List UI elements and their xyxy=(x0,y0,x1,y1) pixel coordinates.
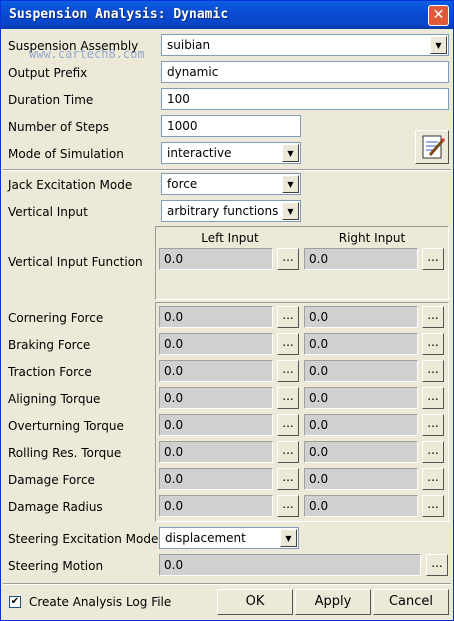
load-left-browse-button[interactable]: ... xyxy=(277,414,299,436)
load-right-browse-button[interactable]: ... xyxy=(422,306,444,328)
output-prefix-label: Output Prefix xyxy=(8,66,88,80)
chevron-down-icon[interactable]: ▼ xyxy=(430,36,447,54)
load-left-browse-button[interactable]: ... xyxy=(277,495,299,517)
load-right-browse-button[interactable]: ... xyxy=(422,360,444,382)
jack-excitation-mode-select[interactable]: force ▼ xyxy=(161,173,301,195)
vertical-input-function-left[interactable]: 0.0 xyxy=(159,248,273,270)
load-left-input[interactable]: 0.0 xyxy=(159,333,273,355)
load-label: Overturning Torque xyxy=(8,419,124,433)
vertical-input-label: Vertical Input xyxy=(8,205,88,219)
load-left-input[interactable]: 0.0 xyxy=(159,414,273,436)
load-label: Cornering Force xyxy=(8,311,104,325)
load-label: Braking Force xyxy=(8,338,91,352)
vertical-input-function-label: Vertical Input Function xyxy=(8,255,143,269)
load-left-browse-button[interactable]: ... xyxy=(277,360,299,382)
steering-motion-browse-button[interactable]: ... xyxy=(426,554,448,576)
number-of-steps-input[interactable]: 1000 xyxy=(161,115,301,137)
load-label: Aligning Torque xyxy=(8,392,101,406)
duration-time-label: Duration Time xyxy=(8,93,94,107)
load-right-browse-button[interactable]: ... xyxy=(422,495,444,517)
window-title: Suspension Analysis: Dynamic xyxy=(9,7,229,22)
load-right-input[interactable]: 0.0 xyxy=(304,360,418,382)
jack-excitation-mode-label: Jack Excitation Mode xyxy=(8,178,133,192)
suspension-assembly-value: suibian xyxy=(167,38,211,52)
mode-of-simulation-select[interactable]: interactive ▼ xyxy=(161,142,301,164)
notepad-edit-icon xyxy=(422,135,446,159)
number-of-steps-label: Number of Steps xyxy=(8,120,109,134)
load-right-input[interactable]: 0.0 xyxy=(304,468,418,490)
load-left-browse-button[interactable]: ... xyxy=(277,441,299,463)
load-label: Traction Force xyxy=(8,365,92,379)
left-input-header: Left Input xyxy=(201,231,259,245)
edit-button[interactable] xyxy=(415,130,449,164)
duration-time-input[interactable]: 100 xyxy=(161,88,449,110)
suspension-assembly-label: Suspension Assembly xyxy=(8,39,139,53)
chevron-down-icon[interactable]: ▼ xyxy=(282,175,299,193)
load-right-input[interactable]: 0.0 xyxy=(304,414,418,436)
apply-button[interactable]: Apply xyxy=(295,589,371,615)
vertical-input-function-left-browse-button[interactable]: ... xyxy=(277,248,299,270)
load-left-input[interactable]: 0.0 xyxy=(159,387,273,409)
close-button[interactable]: ✕ xyxy=(428,5,449,26)
steering-motion-input[interactable]: 0.0 xyxy=(159,554,421,576)
load-right-input[interactable]: 0.0 xyxy=(304,387,418,409)
jack-excitation-mode-value: force xyxy=(167,177,198,191)
load-right-input[interactable]: 0.0 xyxy=(304,333,418,355)
load-label: Rolling Res. Torque xyxy=(8,446,122,460)
output-prefix-input[interactable]: dynamic xyxy=(161,61,449,83)
load-right-browse-button[interactable]: ... xyxy=(422,468,444,490)
load-left-browse-button[interactable]: ... xyxy=(277,387,299,409)
vertical-input-value: arbitrary functions xyxy=(167,204,279,218)
load-right-browse-button[interactable]: ... xyxy=(422,414,444,436)
steering-excitation-mode-value: displacement xyxy=(165,531,246,545)
separator xyxy=(3,583,451,585)
mode-of-simulation-value: interactive xyxy=(167,146,232,160)
load-right-input[interactable]: 0.0 xyxy=(304,441,418,463)
chevron-down-icon[interactable]: ▼ xyxy=(280,529,297,547)
load-right-browse-button[interactable]: ... xyxy=(422,441,444,463)
load-label: Damage Radius xyxy=(8,500,103,514)
title-bar: Suspension Analysis: Dynamic ✕ xyxy=(1,1,453,29)
vertical-input-function-right[interactable]: 0.0 xyxy=(304,248,418,270)
load-left-input[interactable]: 0.0 xyxy=(159,495,273,517)
load-left-input[interactable]: 0.0 xyxy=(159,441,273,463)
cancel-button[interactable]: Cancel xyxy=(373,589,449,615)
vertical-input-function-right-browse-button[interactable]: ... xyxy=(422,248,444,270)
create-log-label: Create Analysis Log File xyxy=(29,595,172,609)
load-left-browse-button[interactable]: ... xyxy=(277,333,299,355)
mode-of-simulation-label: Mode of Simulation xyxy=(8,147,124,161)
separator xyxy=(3,169,451,171)
load-label: Damage Force xyxy=(8,473,95,487)
steering-motion-label: Steering Motion xyxy=(8,559,104,573)
load-right-input[interactable]: 0.0 xyxy=(304,495,418,517)
ok-button[interactable]: OK xyxy=(217,589,293,615)
suspension-assembly-select[interactable]: suibian ▼ xyxy=(161,34,449,56)
load-left-input[interactable]: 0.0 xyxy=(159,468,273,490)
load-right-browse-button[interactable]: ... xyxy=(422,333,444,355)
chevron-down-icon[interactable]: ▼ xyxy=(282,144,299,162)
dialog-window: Suspension Analysis: Dynamic ✕ www.carte… xyxy=(0,0,454,621)
load-left-browse-button[interactable]: ... xyxy=(277,306,299,328)
steering-excitation-mode-label: Steering Excitation Mode xyxy=(8,532,159,546)
load-right-browse-button[interactable]: ... xyxy=(422,387,444,409)
load-left-input[interactable]: 0.0 xyxy=(159,306,273,328)
steering-excitation-mode-select[interactable]: displacement ▼ xyxy=(159,527,299,549)
chevron-down-icon[interactable]: ▼ xyxy=(282,202,299,220)
load-left-input[interactable]: 0.0 xyxy=(159,360,273,382)
vertical-input-select[interactable]: arbitrary functions ▼ xyxy=(161,200,301,222)
create-log-checkbox[interactable]: ✔ xyxy=(9,596,21,608)
right-input-header: Right Input xyxy=(338,231,406,245)
load-right-input[interactable]: 0.0 xyxy=(304,306,418,328)
load-left-browse-button[interactable]: ... xyxy=(277,468,299,490)
